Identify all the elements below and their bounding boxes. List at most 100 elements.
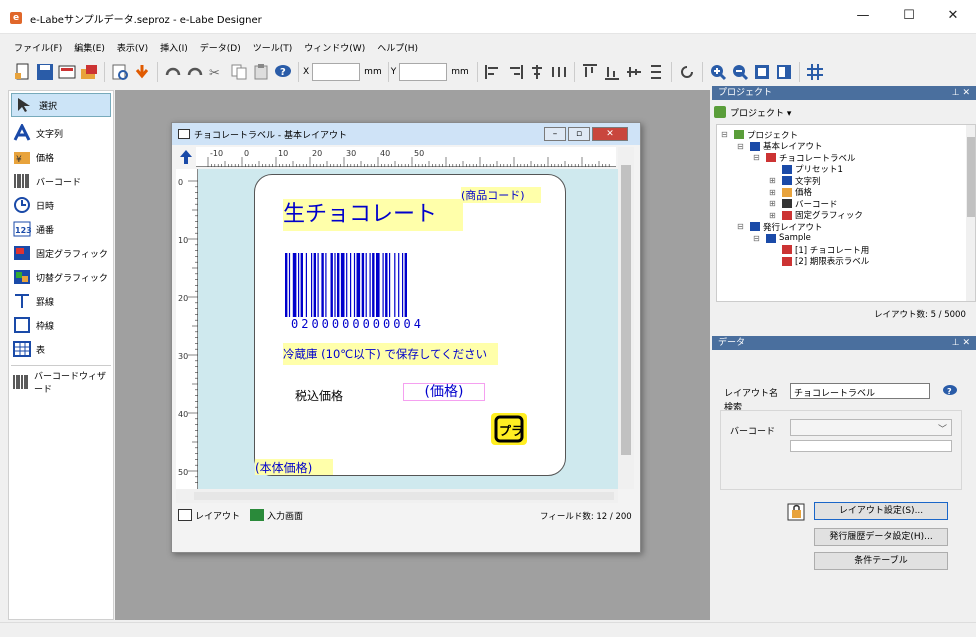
layout-name-field[interactable]: チョコレートラベル [790,383,930,399]
layout-close-button[interactable]: ✕ [592,127,628,141]
tree-item[interactable]: ⊟ チョコレートラベル [717,152,975,164]
canvas-horizontal-scrollbar[interactable] [176,489,618,503]
palette-item-select[interactable]: 選択 [11,93,111,117]
issue-history-settings-button[interactable]: 発行履歴データ設定(H)... [814,528,948,546]
tree-expander-icon[interactable]: ⊞ [769,199,779,208]
tree-item[interactable]: ⊞ 固定グラフィック [717,210,975,221]
tab-layout[interactable]: レイアウト [178,509,240,522]
undo-icon[interactable] [162,61,184,83]
print-down-icon[interactable] [131,61,153,83]
base-price-field[interactable]: (本体価格) [255,459,333,475]
recycle-plastic-icon[interactable]: プラ [491,413,527,445]
palette-item-datetime[interactable]: 日時 [9,193,113,217]
fit-page-icon[interactable] [751,61,773,83]
new-layout-icon[interactable] [56,61,78,83]
data-panel-pin-icon[interactable]: ⊥ ✕ [952,336,970,350]
palette-item-text[interactable]: 文字列 [9,121,113,145]
align-center-icon[interactable] [526,61,548,83]
product-name-field[interactable]: 生チョコレート [283,199,463,231]
tree-expander-icon[interactable]: ⊞ [769,188,779,197]
layout-settings-button[interactable]: レイアウト設定(S)... [814,502,948,520]
layout-minimize-button[interactable]: – [544,127,566,141]
tree-item[interactable]: ⊞ 価格 [717,187,975,198]
y-coord-input[interactable] [399,63,448,81]
storage-note-field[interactable]: 冷蔵庫 (10℃以下) で保存してください [283,343,498,365]
project-tree-scroll-thumb[interactable] [967,137,975,217]
tree-expander-icon[interactable]: ⊟ [753,234,763,243]
align-left-icon[interactable] [482,61,504,83]
zoom-out-icon[interactable] [729,61,751,83]
tree-expander-icon[interactable]: ⊞ [769,176,779,185]
price-field[interactable]: (価格) [403,383,485,401]
tree-expander-icon[interactable]: ⊟ [737,222,747,231]
close-button[interactable]: ✕ [930,0,976,32]
palette-item-barcode-wizard[interactable]: バーコードウィザード [9,370,113,395]
tree-item[interactable]: プリセット1 [717,164,975,175]
palette-item-table[interactable]: 表 [9,337,113,361]
menu-help[interactable]: ヘルプ(H) [377,39,418,56]
tax-included-price-label[interactable]: 税込価格 [295,387,343,404]
project-tree-scrollbar[interactable] [966,125,975,301]
align-top-icon[interactable] [579,61,601,83]
design-canvas[interactable]: (商品コード) 生チョコレート 0200000000004 冷蔵庫 (10℃以下… [198,169,618,489]
preview-icon[interactable] [109,61,131,83]
new-file-icon[interactable] [12,61,34,83]
menu-file[interactable]: ファイル(F) [14,39,62,56]
product-code-field[interactable]: (商品コード) [461,187,541,203]
ruler-origin-icon[interactable] [178,149,194,165]
align-bottom-icon[interactable] [601,61,623,83]
palette-item-rule-line[interactable]: 罫線 [9,289,113,313]
paste-icon[interactable] [250,61,272,83]
menu-view[interactable]: 表示(V) [117,39,148,56]
palette-item-price[interactable]: ¥ 価格 [9,145,113,169]
project-dropdown[interactable]: プロジェクト ▾ [714,104,791,120]
menu-tools[interactable]: ツール(T) [253,39,293,56]
menu-window[interactable]: ウィンドウ(W) [304,39,365,56]
vertical-scroll-thumb[interactable] [621,165,631,455]
barcode-field[interactable] [285,253,459,317]
layout-help-icon[interactable]: ? [942,383,958,399]
distribute-vertical-icon[interactable] [645,61,667,83]
tree-item[interactable]: ⊞ バーコード [717,198,975,210]
palette-item-frame[interactable]: 枠線 [9,313,113,337]
palette-item-barcode[interactable]: バーコード [9,169,113,193]
x-coord-input[interactable] [312,63,361,81]
horizontal-scroll-thumb[interactable] [194,492,614,500]
tree-expander-icon[interactable]: ⊟ [737,142,747,151]
save-icon[interactable] [34,61,56,83]
tree-item[interactable]: ⊞ 文字列 [717,175,975,187]
condition-table-button[interactable]: 条件テーブル [814,552,948,570]
menu-insert[interactable]: 挿入(I) [160,39,188,56]
label-sheet[interactable]: (商品コード) 生チョコレート 0200000000004 冷蔵庫 (10℃以下… [254,174,566,476]
tree-item[interactable]: ⊟ 発行レイアウト [717,221,975,233]
layout-folder-icon[interactable] [78,61,100,83]
tree-item[interactable]: ⊟ Sample [717,233,975,245]
copy-icon[interactable] [228,61,250,83]
menu-data[interactable]: データ(D) [200,39,241,56]
tree-item[interactable]: [2] 期限表示ラベル [717,256,975,267]
tree-item[interactable]: [1] チョコレート用 [717,244,975,256]
cut-icon[interactable]: ✂ [206,61,228,83]
barcode-search-input[interactable] [790,440,952,452]
tree-expander-icon[interactable]: ⊟ [721,130,731,139]
actual-size-icon[interactable] [773,61,795,83]
minimize-button[interactable]: — [840,0,886,32]
redo-icon[interactable] [184,61,206,83]
maximize-button[interactable]: ☐ [886,0,932,32]
zoom-in-icon[interactable] [707,61,729,83]
palette-item-fixed-graphic[interactable]: 固定グラフィック [9,241,113,265]
help-icon[interactable]: ? [272,61,294,83]
palette-item-switch-graphic[interactable]: 切替グラフィック [9,265,113,289]
grid-icon[interactable] [804,61,826,83]
distribute-horizontal-icon[interactable] [548,61,570,83]
tree-item[interactable]: ⊟ プロジェクト [717,129,975,141]
align-right-icon[interactable] [504,61,526,83]
tree-expander-icon[interactable]: ⊞ [769,211,779,220]
menu-edit[interactable]: 編集(E) [74,39,105,56]
tab-input-screen[interactable]: 入力画面 [250,509,303,522]
palette-item-serial[interactable]: 123 通番 [9,217,113,241]
rotate-icon[interactable] [676,61,698,83]
align-middle-icon[interactable] [623,61,645,83]
tree-expander-icon[interactable]: ⊟ [753,153,763,162]
panel-pin-icon[interactable]: ⊥ ✕ [952,86,970,100]
